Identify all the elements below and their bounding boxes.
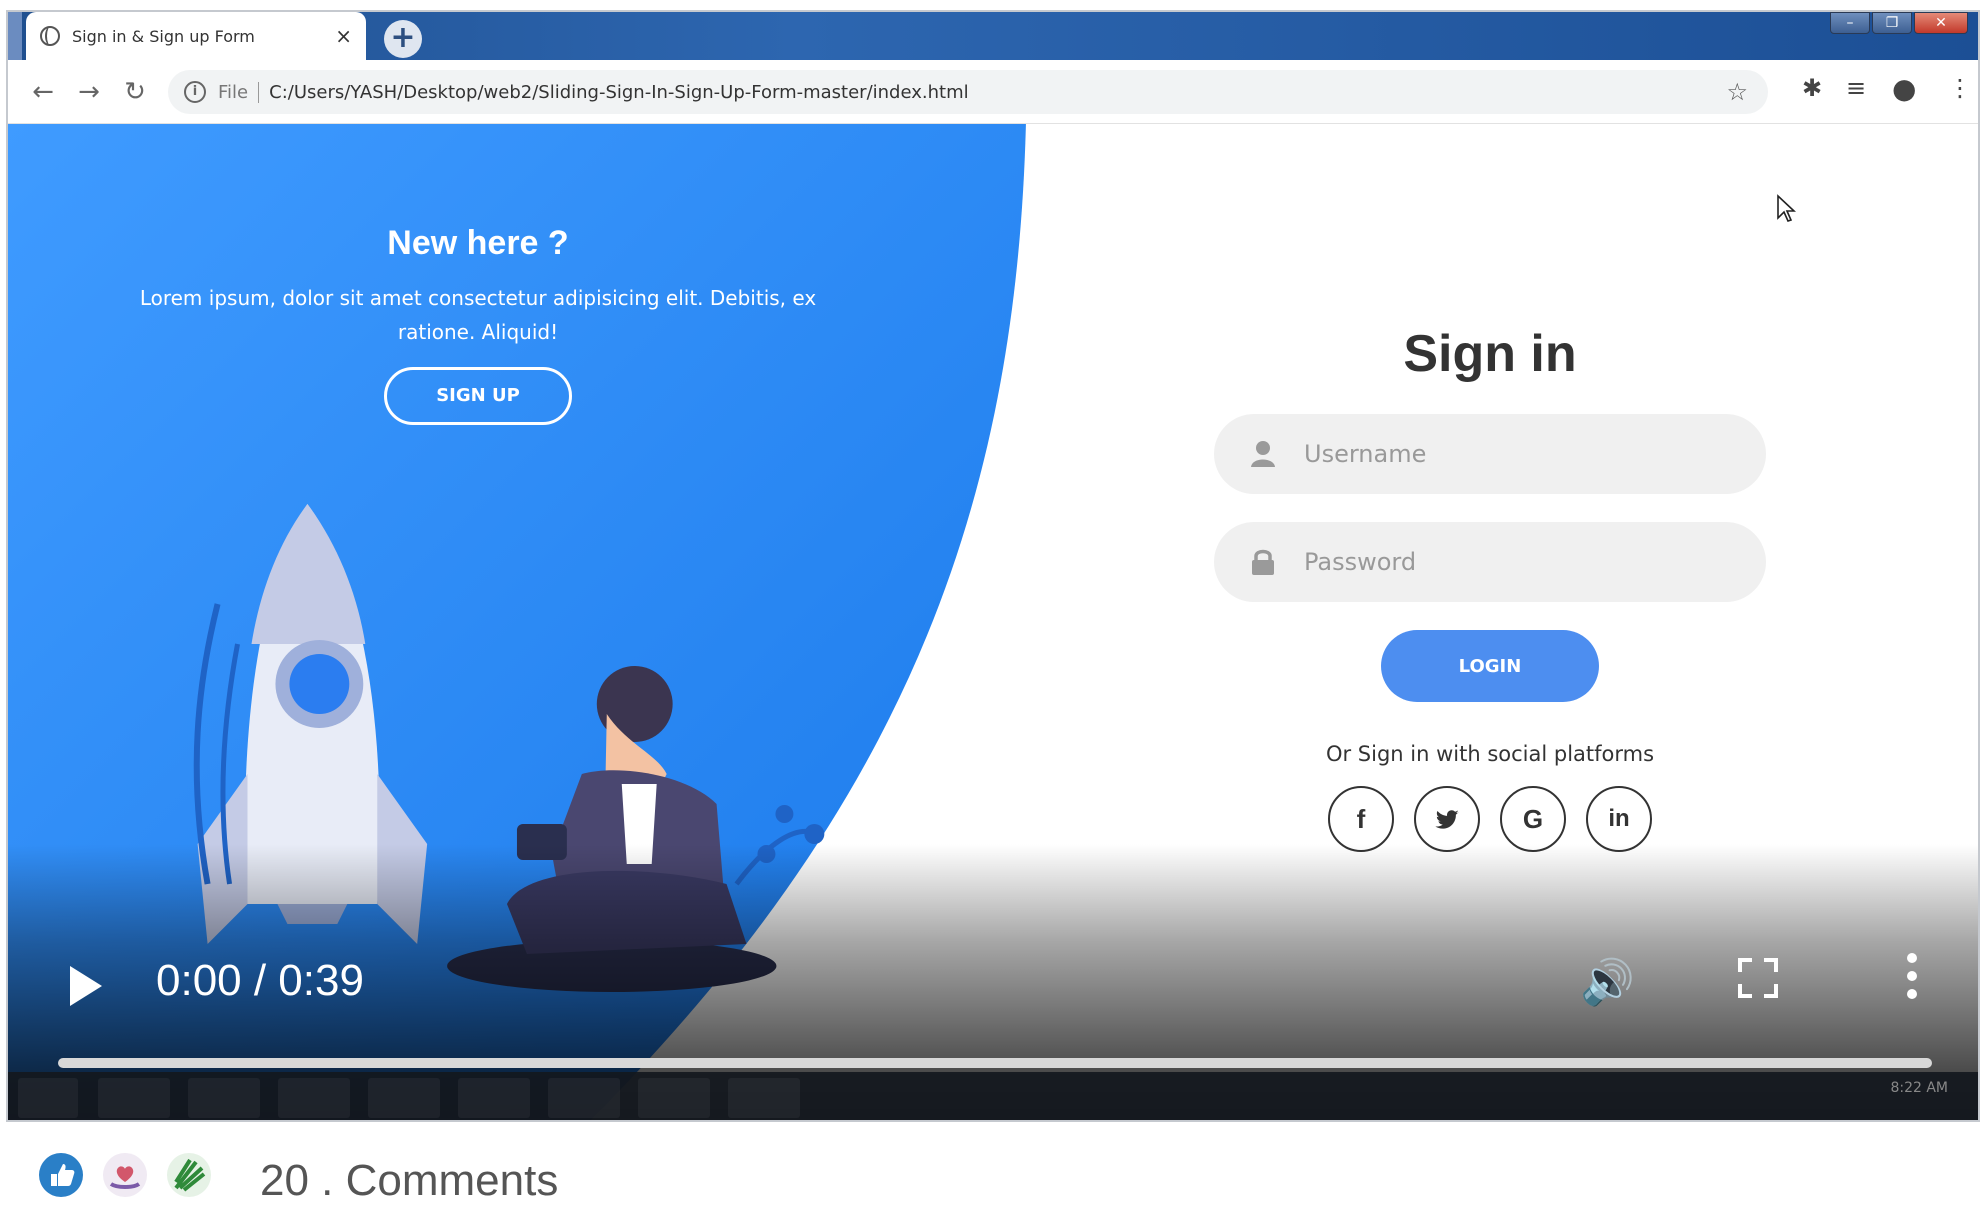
fullscreen-icon[interactable] bbox=[1738, 958, 1778, 998]
tab-title: Sign in & Sign up Form bbox=[72, 26, 255, 46]
taskbar-item[interactable] bbox=[548, 1078, 620, 1118]
taskbar-item[interactable] bbox=[458, 1078, 530, 1118]
play-icon[interactable] bbox=[70, 966, 102, 1006]
panel-title: New here ? bbox=[387, 224, 569, 262]
menu-icon[interactable]: ⋮ bbox=[1948, 74, 1972, 102]
extensions-icon[interactable]: ✱ bbox=[1802, 74, 1822, 102]
like-reaction-icon[interactable] bbox=[38, 1152, 84, 1198]
google-icon[interactable]: G bbox=[1500, 786, 1566, 852]
love-reaction-icon[interactable] bbox=[102, 1152, 148, 1198]
browser-tab[interactable]: Sign in & Sign up Form × bbox=[26, 12, 366, 60]
volume-icon[interactable]: 🔊 bbox=[1580, 956, 1635, 1008]
password-input[interactable] bbox=[1304, 548, 1704, 576]
twitter-bird-icon bbox=[1435, 809, 1459, 829]
lock-icon bbox=[1252, 549, 1274, 575]
login-button[interactable]: LOGIN bbox=[1381, 630, 1599, 702]
video-progress-bar[interactable] bbox=[58, 1058, 1932, 1068]
globe-icon bbox=[40, 26, 60, 46]
signup-panel: New here ? Lorem ipsum, dolor sit amet c… bbox=[8, 224, 948, 425]
taskbar-item[interactable] bbox=[728, 1078, 800, 1118]
media-icon[interactable]: ≡ bbox=[1846, 74, 1866, 102]
start-button[interactable] bbox=[18, 1078, 78, 1118]
taskbar-item[interactable] bbox=[278, 1078, 350, 1118]
new-tab-button[interactable]: + bbox=[384, 20, 422, 58]
celebrate-reaction-icon[interactable] bbox=[166, 1152, 212, 1198]
window-controls: – ❐ ✕ bbox=[1828, 12, 1968, 34]
username-input[interactable] bbox=[1304, 440, 1704, 468]
info-icon[interactable]: i bbox=[184, 81, 206, 103]
omnibox[interactable]: i File C:/Users/YASH/Desktop/web2/Slidin… bbox=[168, 70, 1768, 114]
profile-icon[interactable]: ● bbox=[1892, 72, 1916, 105]
tab-close-icon[interactable]: × bbox=[335, 24, 352, 48]
facebook-icon[interactable]: f bbox=[1328, 786, 1394, 852]
title-bar: Sign in & Sign up Form × + – ❐ ✕ bbox=[8, 12, 1978, 60]
back-icon[interactable]: ← bbox=[20, 77, 66, 107]
social-icons: f G in bbox=[1214, 786, 1766, 852]
taskbar-item[interactable] bbox=[368, 1078, 440, 1118]
reload-icon[interactable]: ↻ bbox=[112, 77, 158, 107]
taskbar-item[interactable] bbox=[98, 1078, 170, 1118]
taskbar-item[interactable] bbox=[638, 1078, 710, 1118]
user-icon bbox=[1251, 441, 1275, 467]
browser-window: Sign in & Sign up Form × + – ❐ ✕ ← → ↻ i… bbox=[6, 10, 1980, 1122]
restore-button[interactable]: ❐ bbox=[1872, 12, 1912, 34]
social-signin-text: Or Sign in with social platforms bbox=[1325, 742, 1655, 766]
page-content: New here ? Lorem ipsum, dolor sit amet c… bbox=[8, 124, 1978, 1120]
username-field[interactable] bbox=[1214, 414, 1766, 494]
clock-time: 8:22 AM bbox=[1890, 1080, 1948, 1096]
twitter-icon[interactable] bbox=[1414, 786, 1480, 852]
address-bar: ← → ↻ i File C:/Users/YASH/Desktop/web2/… bbox=[8, 60, 1978, 124]
signin-form: Sign in LOGIN Or Sign in with social pla… bbox=[1214, 324, 1766, 852]
signin-title: Sign in bbox=[1403, 325, 1577, 383]
comments-footer: 20 . Comments bbox=[0, 1126, 1984, 1221]
linkedin-icon[interactable]: in bbox=[1586, 786, 1652, 852]
minimize-button[interactable]: – bbox=[1830, 12, 1870, 34]
mouse-cursor-icon bbox=[1777, 194, 1796, 222]
password-field[interactable] bbox=[1214, 522, 1766, 602]
panel-description: Lorem ipsum, dolor sit amet consectetur … bbox=[139, 286, 817, 344]
url-text[interactable]: C:/Users/YASH/Desktop/web2/Sliding-Sign-… bbox=[269, 82, 969, 103]
forward-icon[interactable]: → bbox=[66, 77, 112, 107]
taskbar-clock: 8:22 AM bbox=[1890, 1080, 1948, 1096]
video-time: 0:00 / 0:39 bbox=[156, 956, 364, 1005]
taskbar-item[interactable] bbox=[188, 1078, 260, 1118]
taskbar bbox=[8, 1072, 1978, 1120]
close-window-button[interactable]: ✕ bbox=[1914, 12, 1968, 34]
signup-button[interactable]: SIGN UP bbox=[384, 367, 572, 425]
bookmark-star-icon[interactable]: ☆ bbox=[1726, 78, 1748, 106]
url-scheme: File bbox=[218, 81, 260, 103]
comments-count[interactable]: 20 . Comments bbox=[260, 1156, 558, 1206]
more-options-icon[interactable] bbox=[1906, 952, 1918, 1000]
